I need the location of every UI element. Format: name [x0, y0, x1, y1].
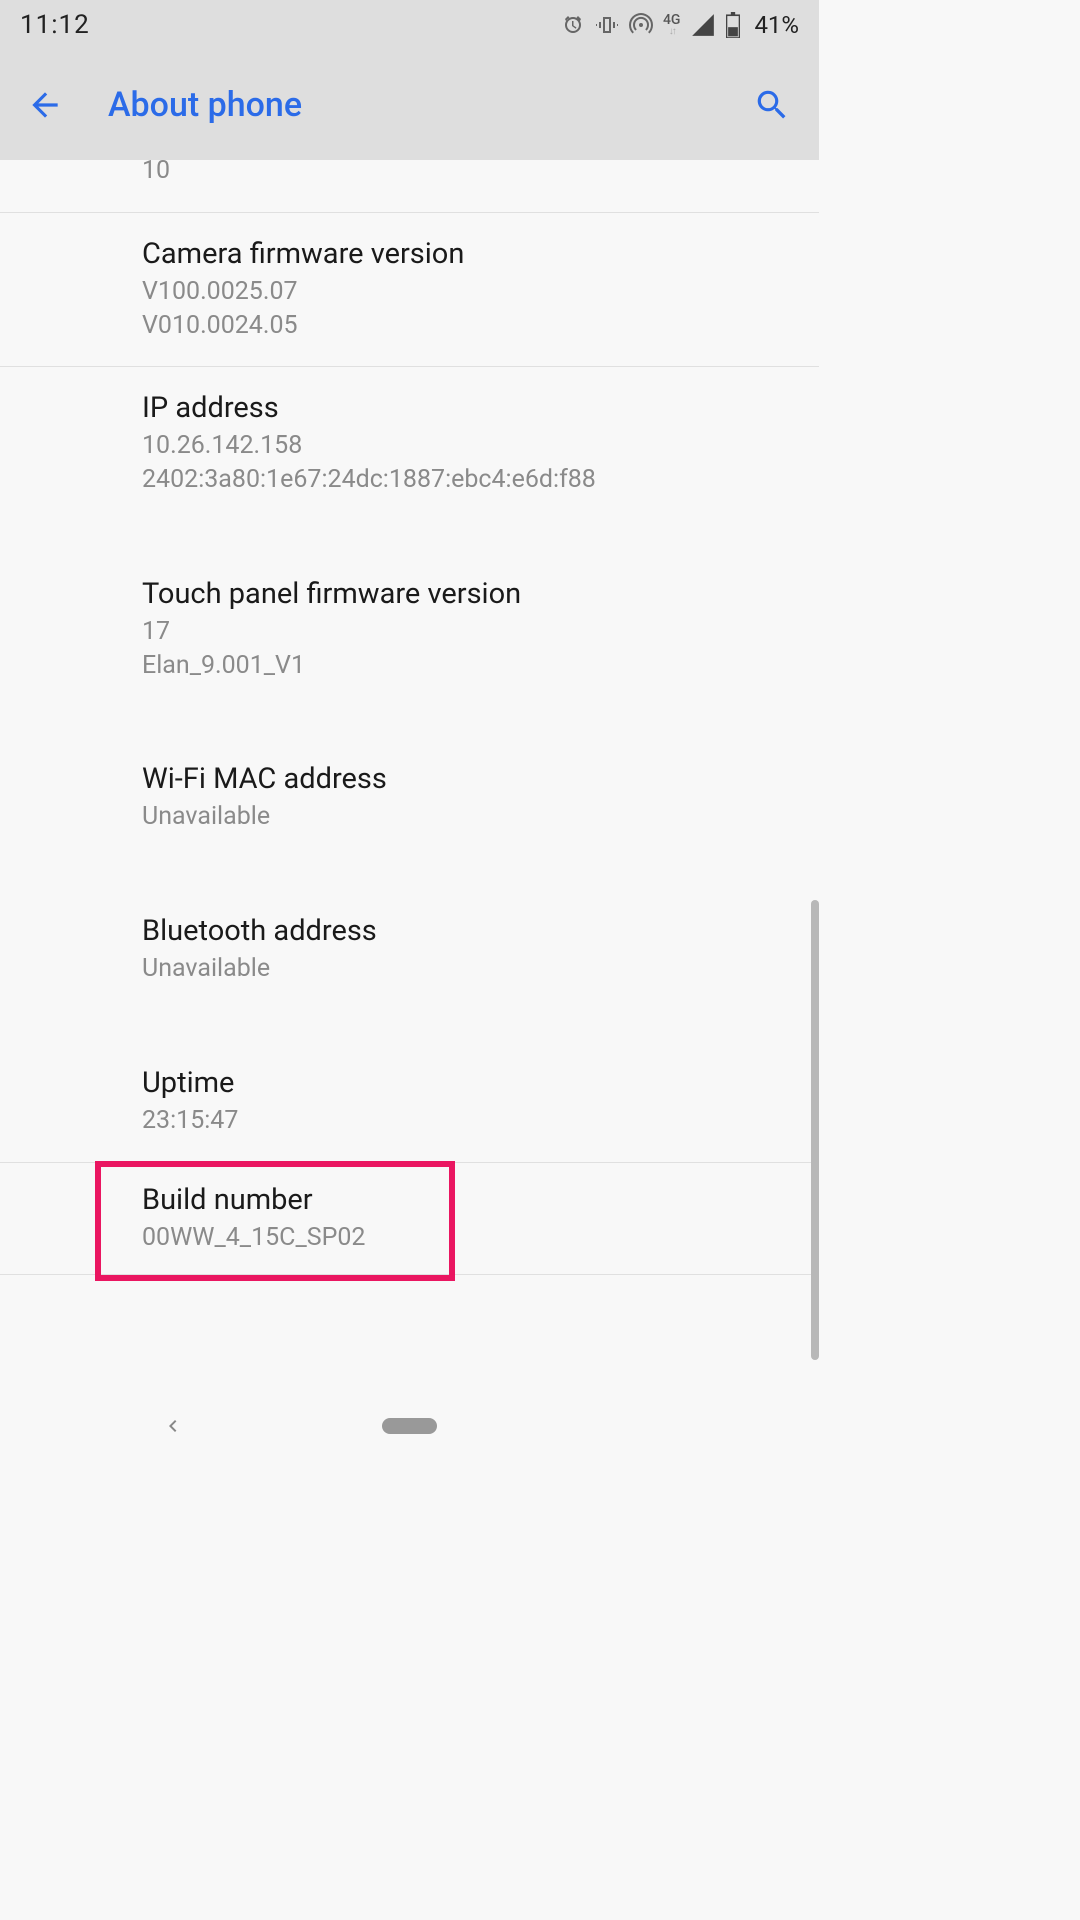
status-time: 11:12 — [20, 10, 90, 40]
item-title: Uptime — [142, 1066, 799, 1100]
item-touch-firmware[interactable]: Touch panel firmware version 17 Elan_9.0… — [0, 553, 819, 707]
item-value: 23:15:47 — [142, 1104, 799, 1138]
content-viewport[interactable]: Android version 10 Camera firmware versi… — [0, 160, 819, 1396]
settings-list: Android version 10 Camera firmware versi… — [0, 160, 819, 1275]
section-camera-fw: Camera firmware version V100.0025.07 V01… — [0, 213, 819, 368]
item-title: Touch panel firmware version — [142, 577, 799, 611]
item-value-line: 10.26.142.158 — [142, 429, 799, 463]
section-network-info: IP address 10.26.142.158 2402:3a80:1e67:… — [0, 367, 819, 1162]
page-title: About phone — [108, 85, 747, 125]
hotspot-icon — [629, 13, 653, 37]
status-icons: 4G ↓↑ 41% — [561, 11, 799, 39]
status-bar: 11:12 4G ↓↑ 41% — [0, 0, 819, 50]
item-value-line: 17 — [142, 615, 799, 649]
item-title: Wi-Fi MAC address — [142, 762, 799, 796]
item-value: Unavailable — [142, 952, 799, 986]
battery-percent: 41% — [754, 11, 799, 39]
nav-home-pill[interactable] — [382, 1418, 437, 1434]
battery-icon — [726, 12, 740, 38]
back-button[interactable] — [10, 70, 80, 140]
arrow-back-icon — [26, 86, 64, 124]
item-bluetooth-address[interactable]: Bluetooth address Unavailable — [0, 890, 819, 1010]
alarm-icon — [561, 13, 585, 37]
item-value: Unavailable — [142, 800, 799, 834]
search-button[interactable] — [747, 80, 797, 130]
item-title: IP address — [142, 391, 799, 425]
item-value-line: V100.0025.07 — [142, 275, 799, 309]
item-title: Build number — [142, 1183, 799, 1217]
item-value-line: Elan_9.001_V1 — [142, 649, 799, 683]
item-build-number[interactable]: Build number 00WW_4_15C_SP02 — [0, 1163, 819, 1275]
item-camera-firmware[interactable]: Camera firmware version V100.0025.07 V01… — [0, 213, 819, 367]
section-build: Build number 00WW_4_15C_SP02 — [0, 1163, 819, 1276]
item-title: Bluetooth address — [142, 914, 799, 948]
vibrate-icon — [595, 13, 619, 37]
section-android-version: Android version 10 — [0, 160, 819, 213]
network-4g-icon: 4G ↓↑ — [663, 13, 681, 37]
item-value-line: 2402:3a80:1e67:24dc:1887:ebc4:e6d:f88 — [142, 463, 799, 497]
app-bar: About phone — [0, 50, 819, 160]
scrollbar-thumb[interactable] — [811, 900, 819, 1360]
item-title: Camera firmware version — [142, 237, 799, 271]
item-value-line: V010.0024.05 — [142, 309, 799, 343]
search-icon — [753, 86, 791, 124]
item-wifi-mac[interactable]: Wi-Fi MAC address Unavailable — [0, 738, 819, 858]
signal-icon — [690, 12, 716, 38]
item-ip-address[interactable]: IP address 10.26.142.158 2402:3a80:1e67:… — [0, 367, 819, 521]
item-android-version[interactable]: Android version 10 — [0, 160, 819, 212]
item-uptime[interactable]: Uptime 23:15:47 — [0, 1042, 819, 1162]
chevron-left-icon — [160, 1414, 184, 1438]
item-value: 10 — [142, 160, 799, 188]
item-value: 00WW_4_15C_SP02 — [142, 1221, 799, 1255]
navigation-bar — [0, 1396, 819, 1456]
nav-back-button[interactable] — [160, 1414, 184, 1442]
